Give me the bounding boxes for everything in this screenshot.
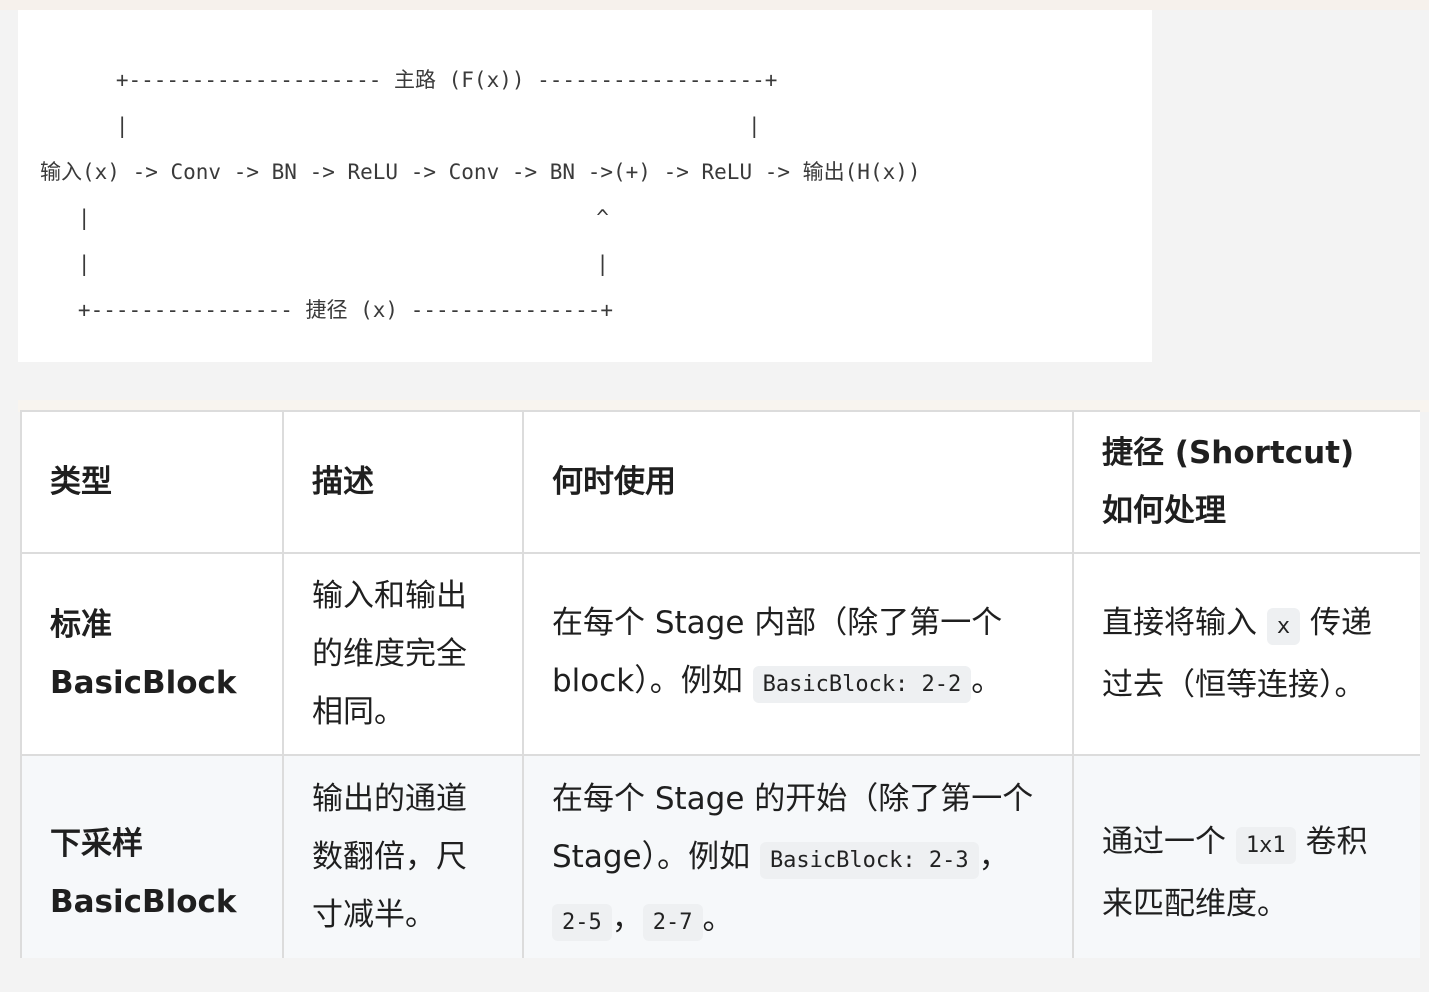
description-cell: 输入和输出的维度完全相同。: [282, 552, 524, 756]
inline-code: BasicBlock: 2-3: [759, 842, 979, 879]
diagram-line: +---------------- 捷径 (x) ---------------…: [40, 298, 614, 322]
type-cell: 标准 BasicBlock: [20, 552, 284, 756]
table-row: 下采样 BasicBlock 输出的通道数翻倍，尺寸减半。 在每个 Stage 的…: [20, 754, 1420, 958]
inline-code: 2-5: [552, 904, 612, 941]
diagram-line: | ^: [40, 206, 609, 230]
top-strip: [0, 0, 1429, 10]
when-cell: 在每个 Stage 的开始（除了第一个 Stage）。例如 BasicBlock…: [522, 754, 1074, 958]
type-name: BasicBlock: [50, 884, 237, 920]
separator-text: ，: [978, 839, 1010, 875]
inline-code: BasicBlock: 2-2: [752, 666, 972, 703]
header-type: 类型: [20, 410, 284, 554]
block-table-container: 类型 描述 何时使用 捷径 (Shortcut) 如何处理 标准 BasicBlo…: [20, 410, 1420, 958]
when-text-end: 。: [702, 901, 734, 937]
block-type-table: 类型 描述 何时使用 捷径 (Shortcut) 如何处理 标准 BasicBlo…: [20, 410, 1420, 958]
description-cell: 输出的通道数翻倍，尺寸减半。: [282, 754, 524, 958]
table-header-row: 类型 描述 何时使用 捷径 (Shortcut) 如何处理: [20, 410, 1420, 554]
diagram-line: +-------------------- 主路 (F(x)) --------…: [40, 68, 778, 92]
diagram-line: 输入(x) -> Conv -> BN -> ReLU -> Conv -> B…: [40, 160, 921, 184]
separator-text: ，: [611, 901, 643, 937]
type-label: 标准: [50, 607, 112, 643]
resnet-diagram: +-------------------- 主路 (F(x)) --------…: [40, 57, 921, 333]
diagram-line: | |: [40, 114, 761, 138]
table-row: 标准 BasicBlock 输入和输出的维度完全相同。 在每个 Stage 内部（…: [20, 552, 1420, 756]
header-when-to-use: 何时使用: [522, 410, 1074, 554]
inline-code: 1x1: [1235, 827, 1296, 864]
type-label: 下采样: [50, 826, 143, 862]
bottom-strip: [0, 958, 1429, 992]
when-cell: 在每个 Stage 内部（除了第一个 block）。例如 BasicBlock:…: [522, 552, 1074, 756]
shortcut-cell: 通过一个 1x1 卷积来匹配维度。: [1072, 754, 1420, 958]
code-block: +-------------------- 主路 (F(x)) --------…: [18, 10, 1152, 362]
shortcut-text: 直接将输入: [1102, 605, 1267, 641]
shortcut-text: 通过一个: [1102, 824, 1236, 860]
shortcut-cell: 直接将输入 x 传递过去（恒等连接）。: [1072, 552, 1420, 756]
diagram-line: | |: [40, 252, 609, 276]
inline-code: x: [1266, 608, 1301, 645]
type-cell: 下采样 BasicBlock: [20, 754, 284, 958]
when-text-end: 。: [971, 663, 1003, 699]
header-shortcut: 捷径 (Shortcut) 如何处理: [1072, 410, 1420, 554]
inline-code: 2-7: [642, 904, 703, 941]
header-description: 描述: [282, 410, 524, 554]
type-name: BasicBlock: [50, 665, 237, 701]
